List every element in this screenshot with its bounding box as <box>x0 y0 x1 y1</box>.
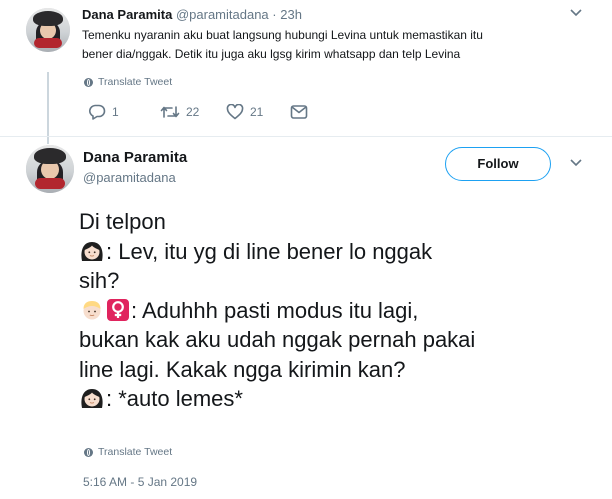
author-name[interactable]: Dana Paramita <box>83 149 187 166</box>
avatar[interactable] <box>26 145 74 193</box>
follow-button[interactable]: Follow <box>445 147 551 181</box>
globe-icon <box>84 77 93 87</box>
message-icon <box>290 104 308 120</box>
globe-icon <box>84 447 93 457</box>
tweet-text-segment: : Aduhhh pasti modus itu lagi, <box>131 297 419 323</box>
tweet-text-segment: : *auto lemes* <box>106 386 243 411</box>
tweet-text-line: : Aduhhh pasti modus itu lagi, <box>79 296 599 326</box>
divider <box>0 136 612 137</box>
tweet-text-line: Temenku nyaranin aku buat langsung hubun… <box>82 28 483 42</box>
tweet-text-line: bener dia/nggak. Detik itu juga aku lgsg… <box>82 47 461 61</box>
retweet-icon <box>160 105 180 119</box>
retweet-count: 22 <box>186 105 200 119</box>
girl-emoji-icon <box>79 386 105 418</box>
like-count: 21 <box>250 105 264 119</box>
tweet-text-line: bukan kak aku udah nggak pernah pakai <box>79 327 476 352</box>
reply-tweet: Dana Paramita @paramitadana · 23h Temenk… <box>0 0 612 136</box>
author-handle[interactable]: @paramitadana <box>83 170 176 185</box>
reply-button[interactable]: 1 <box>88 104 160 120</box>
tweet-text-segment: : Lev, itu yg di line bener lo nggak <box>106 238 433 264</box>
tweet-header: Dana Paramita @paramitadana · 23h <box>82 7 302 22</box>
tweet-text-line: : Lev, itu yg di line bener lo nggak <box>79 237 599 267</box>
translate-tweet-link[interactable]: Translate Tweet <box>84 76 172 88</box>
translate-label: Translate Tweet <box>98 446 173 458</box>
direct-message-button[interactable] <box>290 104 308 120</box>
tweet-text-line: sih? <box>79 268 120 293</box>
tweet-text-line: Di telpon <box>79 209 166 234</box>
chevron-down-icon[interactable] <box>570 8 582 20</box>
translate-label: Translate Tweet <box>98 76 173 88</box>
author-handle[interactable]: @paramitadana <box>176 7 269 22</box>
tweet-text-line: line lagi. Kakak ngga kirimin kan? <box>79 356 406 382</box>
tweet-text: Di telpon : Lev, itu yg di line bener lo… <box>79 207 599 414</box>
reply-icon <box>88 104 106 120</box>
translate-tweet-link[interactable]: Translate Tweet <box>84 446 172 458</box>
avatar[interactable] <box>26 8 70 52</box>
tweet-actions: 1 22 21 <box>88 104 308 120</box>
like-button[interactable]: 21 <box>226 104 290 120</box>
like-icon <box>226 104 244 120</box>
tweet-text-line: : *auto lemes* <box>79 384 599 414</box>
header-separator: · <box>272 7 277 22</box>
tweet-time[interactable]: 23h <box>280 7 302 22</box>
tweet-text: Temenku nyaranin aku buat langsung hubun… <box>82 26 552 64</box>
retweet-button[interactable]: 22 <box>160 105 226 119</box>
chevron-down-icon[interactable] <box>570 158 582 170</box>
author-name[interactable]: Dana Paramita <box>82 7 172 22</box>
reply-count: 1 <box>112 105 119 119</box>
tweet-timestamp[interactable]: 5:16 AM - 5 Jan 2019 <box>83 475 197 489</box>
